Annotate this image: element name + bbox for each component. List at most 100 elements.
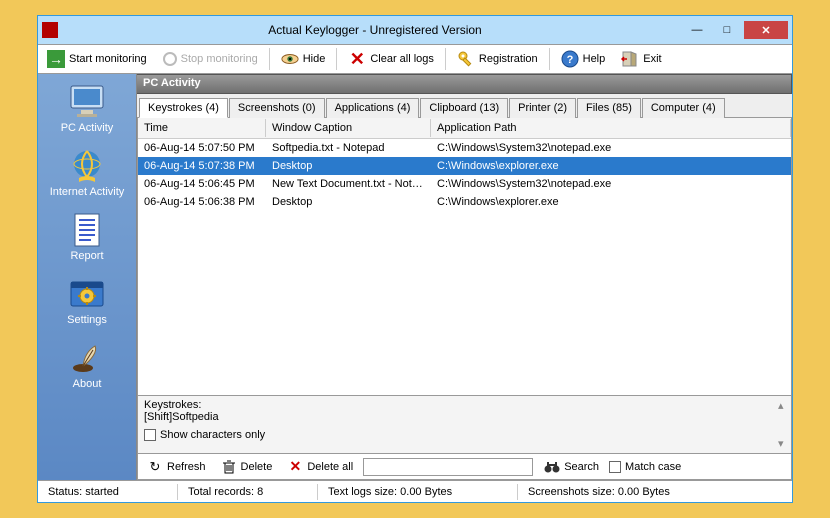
cell-time: 06-Aug-14 5:06:38 PM bbox=[138, 194, 266, 210]
sidebar-item-label: Internet Activity bbox=[50, 186, 125, 198]
app-icon bbox=[42, 22, 58, 38]
minimize-button[interactable]: — bbox=[684, 21, 710, 39]
scrollbar[interactable]: ▴▾ bbox=[778, 399, 788, 450]
table-row[interactable]: 06-Aug-14 5:07:38 PMDesktopC:\Windows\ex… bbox=[138, 157, 791, 175]
delete-button[interactable]: Delete bbox=[216, 456, 277, 478]
cell-caption: Softpedia.txt - Notepad bbox=[266, 140, 431, 156]
cell-path: C:\Windows\System32\notepad.exe bbox=[431, 176, 791, 192]
key-icon bbox=[457, 50, 475, 68]
sidebar-item-label: Settings bbox=[67, 314, 107, 326]
cell-caption: Desktop bbox=[266, 194, 431, 210]
start-monitoring-button[interactable]: → Start monitoring bbox=[40, 47, 154, 71]
maximize-button[interactable]: □ bbox=[714, 21, 740, 39]
svg-text:?: ? bbox=[566, 54, 573, 66]
search-input[interactable] bbox=[363, 458, 533, 476]
hide-label: Hide bbox=[303, 53, 326, 65]
search-label: Search bbox=[564, 461, 599, 473]
cell-time: 06-Aug-14 5:06:45 PM bbox=[138, 176, 266, 192]
window-buttons: — □ ✕ bbox=[684, 21, 788, 39]
tab-6[interactable]: Computer (4) bbox=[642, 98, 725, 118]
document-icon bbox=[67, 212, 107, 248]
delete-all-label: Delete all bbox=[307, 461, 353, 473]
cell-caption: New Text Document.txt - Note... bbox=[266, 176, 431, 192]
bottom-bar: ↻ Refresh Delete ✕ Delete all bbox=[138, 453, 791, 479]
help-button[interactable]: ? Help bbox=[554, 47, 613, 71]
table-row[interactable]: 06-Aug-14 5:07:50 PMSoftpedia.txt - Note… bbox=[138, 139, 791, 157]
registration-label: Registration bbox=[479, 53, 538, 65]
tab-4[interactable]: Printer (2) bbox=[509, 98, 576, 118]
toolbar: → Start monitoring Stop monitoring Hide … bbox=[38, 44, 792, 74]
cell-path: C:\Windows\explorer.exe bbox=[431, 158, 791, 174]
separator bbox=[336, 48, 337, 70]
table-row[interactable]: 06-Aug-14 5:06:45 PMNew Text Document.tx… bbox=[138, 175, 791, 193]
globe-icon bbox=[67, 148, 107, 184]
tab-3[interactable]: Clipboard (13) bbox=[420, 98, 508, 118]
match-case-label: Match case bbox=[625, 461, 681, 473]
status-status: Status: started bbox=[38, 484, 178, 500]
status-screenshots: Screenshots size: 0.00 Bytes bbox=[518, 484, 792, 500]
separator bbox=[269, 48, 270, 70]
tabs: Keystrokes (4)Screenshots (0)Application… bbox=[137, 94, 792, 118]
show-chars-only-checkbox[interactable]: Show characters only bbox=[144, 429, 785, 441]
titlebar: Actual Keylogger - Unregistered Version … bbox=[38, 16, 792, 44]
match-case-checkbox[interactable]: Match case bbox=[609, 461, 681, 473]
sidebar-item-label: About bbox=[73, 378, 102, 390]
col-caption[interactable]: Window Caption bbox=[266, 119, 431, 137]
window-title: Actual Keylogger - Unregistered Version bbox=[66, 23, 684, 37]
cell-path: C:\Windows\System32\notepad.exe bbox=[431, 140, 791, 156]
sidebar-item-internet-activity[interactable]: Internet Activity bbox=[42, 142, 132, 206]
sidebar-item-label: PC Activity bbox=[61, 122, 114, 134]
list-area: Time Window Caption Application Path 06-… bbox=[137, 118, 792, 480]
table-row[interactable]: 06-Aug-14 5:06:38 PMDesktopC:\Windows\ex… bbox=[138, 193, 791, 211]
monitor-icon bbox=[67, 84, 107, 120]
sidebar-item-label: Report bbox=[70, 250, 103, 262]
refresh-button[interactable]: ↻ Refresh bbox=[142, 456, 210, 478]
separator bbox=[549, 48, 550, 70]
section-header: PC Activity bbox=[137, 74, 792, 94]
app-window: Actual Keylogger - Unregistered Version … bbox=[37, 15, 793, 503]
exit-label: Exit bbox=[643, 53, 661, 65]
detail-line2: [Shift]Softpedia bbox=[144, 411, 785, 423]
checkbox-icon bbox=[609, 461, 621, 473]
search-button[interactable]: Search bbox=[539, 456, 603, 478]
exit-button[interactable]: Exit bbox=[614, 47, 668, 71]
quill-icon bbox=[67, 340, 107, 376]
cell-time: 06-Aug-14 5:07:50 PM bbox=[138, 140, 266, 156]
eye-icon bbox=[281, 50, 299, 68]
delete-label: Delete bbox=[241, 461, 273, 473]
rows-container: 06-Aug-14 5:07:50 PMSoftpedia.txt - Note… bbox=[138, 139, 791, 395]
checkbox-icon bbox=[144, 429, 156, 441]
gear-icon bbox=[67, 276, 107, 312]
trash-icon bbox=[220, 458, 238, 476]
delete-all-button[interactable]: ✕ Delete all bbox=[282, 456, 357, 478]
stop-icon bbox=[163, 52, 177, 66]
col-time[interactable]: Time bbox=[138, 119, 266, 137]
clear-all-logs-label: Clear all logs bbox=[370, 53, 434, 65]
sidebar-item-report[interactable]: Report bbox=[42, 206, 132, 270]
separator bbox=[445, 48, 446, 70]
sidebar-item-about[interactable]: About bbox=[42, 334, 132, 398]
tab-1[interactable]: Screenshots (0) bbox=[229, 98, 325, 118]
cell-time: 06-Aug-14 5:07:38 PM bbox=[138, 158, 266, 174]
col-path[interactable]: Application Path bbox=[431, 119, 791, 137]
registration-button[interactable]: Registration bbox=[450, 47, 545, 71]
tab-5[interactable]: Files (85) bbox=[577, 98, 641, 118]
hide-button[interactable]: Hide bbox=[274, 47, 333, 71]
stop-monitoring-button: Stop monitoring bbox=[156, 47, 265, 71]
sidebar-item-pc-activity[interactable]: PC Activity bbox=[42, 78, 132, 142]
tab-0[interactable]: Keystrokes (4) bbox=[139, 98, 228, 118]
help-label: Help bbox=[583, 53, 606, 65]
status-total: Total records: 8 bbox=[178, 484, 318, 500]
status-textlogs: Text logs size: 0.00 Bytes bbox=[318, 484, 518, 500]
body: PC Activity Internet Activity Report Set… bbox=[38, 74, 792, 480]
stop-monitoring-label: Stop monitoring bbox=[181, 53, 258, 65]
close-button[interactable]: ✕ bbox=[744, 21, 788, 39]
cell-path: C:\Windows\explorer.exe bbox=[431, 194, 791, 210]
binoculars-icon bbox=[543, 458, 561, 476]
refresh-icon: ↻ bbox=[146, 458, 164, 476]
sidebar-item-settings[interactable]: Settings bbox=[42, 270, 132, 334]
tab-2[interactable]: Applications (4) bbox=[326, 98, 420, 118]
main-panel: PC Activity Keystrokes (4)Screenshots (0… bbox=[136, 74, 792, 480]
clear-all-logs-button[interactable]: ✕ Clear all logs bbox=[341, 47, 441, 71]
help-icon: ? bbox=[561, 50, 579, 68]
